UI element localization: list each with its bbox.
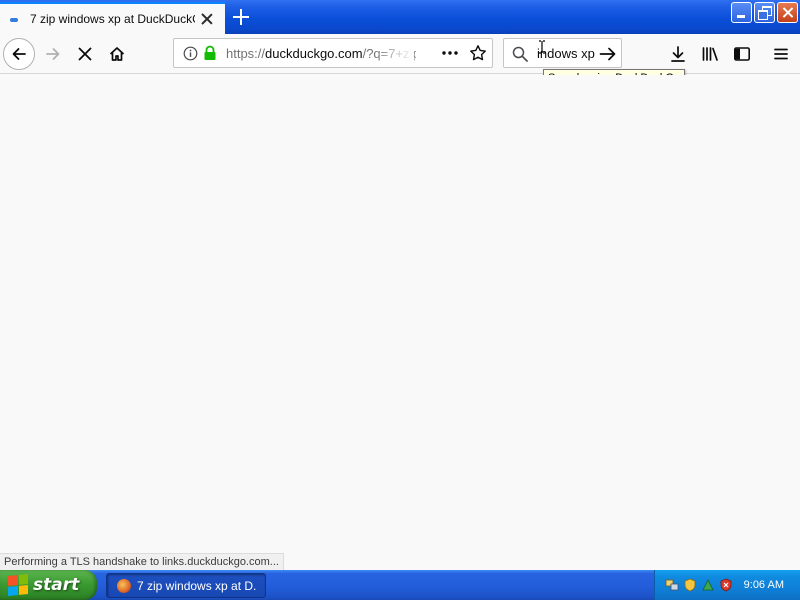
downloads-button[interactable]	[662, 38, 694, 70]
security-shield-icon[interactable]	[683, 578, 697, 592]
url-fade	[374, 41, 414, 65]
text-cursor-icon	[539, 40, 545, 54]
windows-logo-icon	[8, 573, 28, 597]
page-actions-icon[interactable]	[441, 46, 459, 60]
back-button[interactable]	[3, 38, 35, 70]
tab-title: 7 zip windows xp at DuckDuckGo	[30, 12, 195, 26]
security-alert-icon[interactable]	[719, 578, 733, 592]
download-icon	[671, 46, 685, 62]
close-window-button[interactable]	[777, 2, 798, 23]
minimize-button[interactable]	[731, 2, 752, 23]
tab-strip: 7 zip windows xp at DuckDuckGo	[0, 0, 800, 34]
stop-icon	[78, 47, 92, 61]
status-text: Performing a TLS handshake to links.duck…	[0, 553, 284, 570]
clock: 9:06 AM	[743, 579, 784, 591]
new-tab-icon[interactable]	[231, 7, 251, 27]
url-host: duckduckgo.com	[265, 46, 363, 61]
site-info-icon[interactable]	[183, 46, 198, 61]
url-bar[interactable]: https://duckduckgo.com/?q=7+zip+windows+…	[173, 38, 493, 68]
library-button[interactable]	[694, 38, 726, 70]
hamburger-menu-icon	[774, 48, 788, 60]
forward-arrow-icon	[46, 48, 60, 60]
back-arrow-icon	[12, 48, 26, 60]
search-bar[interactable]: indows xp	[503, 38, 622, 68]
taskbar: start 7 zip windows xp at D... 9:06 AM	[0, 570, 800, 600]
sidebar-icon	[733, 47, 750, 61]
taskbar-item-firefox[interactable]: 7 zip windows xp at D...	[106, 573, 266, 598]
firefox-icon	[117, 578, 131, 593]
library-icon	[702, 47, 718, 61]
window-controls	[731, 2, 798, 23]
menu-button[interactable]	[765, 38, 797, 70]
search-go-arrow-icon[interactable]	[599, 46, 617, 62]
system-tray: 9:06 AM	[654, 570, 800, 600]
restore-button[interactable]	[754, 2, 775, 23]
start-label: start	[33, 575, 80, 595]
search-icon	[512, 46, 528, 62]
active-tab[interactable]: 7 zip windows xp at DuckDuckGo	[0, 2, 225, 34]
taskbar-item-label: 7 zip windows xp at D...	[137, 578, 257, 593]
lock-icon[interactable]	[203, 45, 217, 61]
stop-button[interactable]	[69, 38, 101, 70]
loading-favicon-icon	[10, 17, 18, 22]
url-prefix: https://	[226, 46, 266, 61]
page-content	[0, 75, 800, 570]
bookmark-star-icon[interactable]	[469, 44, 487, 62]
home-icon	[109, 47, 125, 61]
navigation-toolbar: https://duckduckgo.com/?q=7+zip+windows+…	[0, 34, 800, 74]
tab-close-icon[interactable]	[199, 11, 215, 27]
home-button[interactable]	[101, 38, 133, 70]
updates-icon[interactable]	[701, 578, 715, 592]
start-button[interactable]: start	[0, 570, 97, 600]
network-icon[interactable]	[665, 578, 679, 592]
forward-button[interactable]	[37, 38, 69, 70]
sidebar-button[interactable]	[726, 38, 758, 70]
